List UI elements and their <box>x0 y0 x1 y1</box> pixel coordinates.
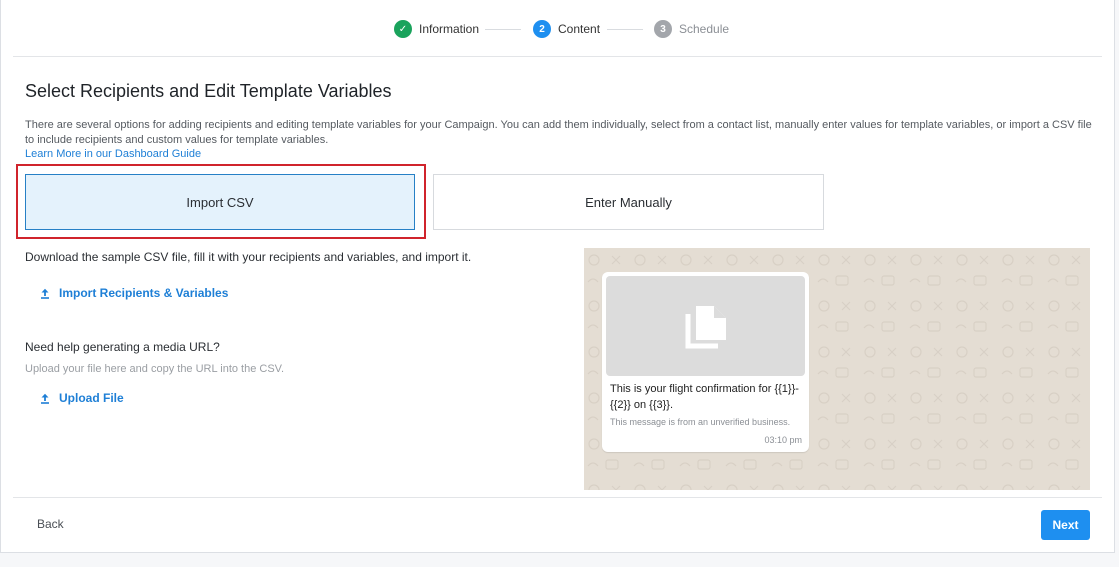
step-schedule[interactable]: 3 Schedule <box>654 18 729 40</box>
step-number: 3 <box>654 20 672 38</box>
upload-file-label: Upload File <box>59 391 124 405</box>
enter-manually-option[interactable]: Enter Manually <box>433 174 824 230</box>
check-icon: ✓ <box>394 20 412 38</box>
dashboard-guide-link[interactable]: Learn More in our Dashboard Guide <box>25 148 201 160</box>
step-label: Schedule <box>679 22 730 36</box>
upload-icon <box>41 393 49 404</box>
media-help-title: Need help generating a media URL? <box>25 340 220 354</box>
back-button[interactable]: Back <box>37 517 64 531</box>
sample-instructions: Download the sample CSV file, fill it wi… <box>25 250 472 264</box>
divider <box>13 56 1102 57</box>
message-time: 03:10 pm <box>764 435 802 445</box>
unverified-note: This message is from an unverified busin… <box>610 417 791 427</box>
import-csv-option[interactable]: Import CSV <box>25 174 415 230</box>
import-recipients-link[interactable]: Import Recipients & Variables <box>39 286 228 300</box>
step-label: Content <box>558 22 601 36</box>
message-bubble: This is your flight confirmation for {{1… <box>602 272 809 452</box>
campaign-card: ✓ Information 2 Content 3 Schedule Selec… <box>0 0 1115 553</box>
upload-file-link[interactable]: Upload File <box>39 391 124 405</box>
message-preview: This is your flight confirmation for {{1… <box>584 248 1090 490</box>
page-description: There are several options for adding rec… <box>25 119 1092 146</box>
stepper: ✓ Information 2 Content 3 Schedule <box>1 18 1114 40</box>
message-text: This is your flight confirmation for {{1… <box>610 383 799 411</box>
next-button[interactable]: Next <box>1041 510 1090 540</box>
step-number: 2 <box>533 20 551 38</box>
import-recipients-label: Import Recipients & Variables <box>59 286 229 300</box>
document-icon <box>685 306 726 349</box>
step-label: Information <box>419 22 480 36</box>
page-title: Select Recipients and Edit Template Vari… <box>25 81 392 101</box>
step-information[interactable]: ✓ Information <box>394 18 479 40</box>
step-content[interactable]: 2 Content <box>533 18 600 40</box>
step-connector <box>607 29 643 30</box>
step-connector <box>485 29 521 30</box>
media-help-subtitle: Upload your file here and copy the URL i… <box>25 363 285 375</box>
media-placeholder <box>606 276 805 376</box>
upload-icon <box>41 288 49 299</box>
divider <box>13 497 1102 498</box>
